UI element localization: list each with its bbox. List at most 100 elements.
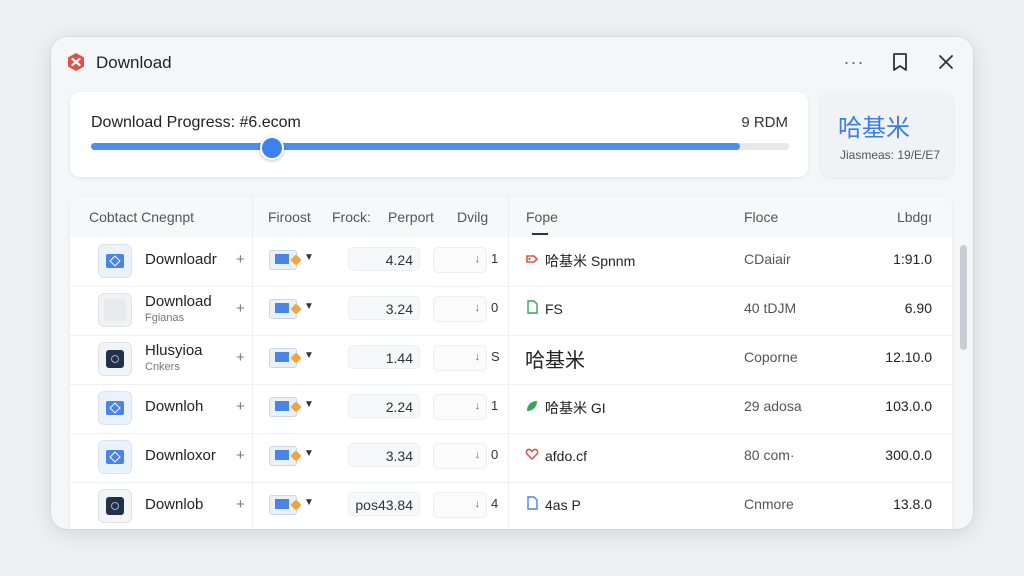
table-row[interactable]: Downlob + ▼ pos43.84 ↓ 4 4as P Cnmore 13.8.0 <box>70 482 952 529</box>
window-title: Download <box>96 53 172 72</box>
table-row[interactable]: Hlusyioa Cnkers + ▼ 1.44 ↓ S 哈基米 Coporne 12.10.0 <box>70 335 952 385</box>
progress-label: Download Progress: #6.ecom <box>91 114 301 131</box>
downloads-table: Cobtact Cnegnpt Firoost Frock: Perport D… <box>70 197 952 529</box>
row-lbdg: 13.8.0 <box>893 496 932 512</box>
file-type-icon <box>98 489 132 523</box>
side-card[interactable]: 哈基米 Jiasmeas: 19/E/E7 <box>821 92 953 177</box>
stepper[interactable]: ↓ <box>433 247 487 273</box>
scrollbar[interactable] <box>960 245 967 350</box>
row-name: Download <box>145 293 212 310</box>
chevron-down-icon[interactable]: ▼ <box>304 350 314 361</box>
value-field[interactable]: pos43.84 <box>348 492 420 516</box>
stepper-down-icon[interactable]: ↓ <box>475 302 481 314</box>
header-contact[interactable]: Cobtact Cnegnpt <box>89 209 194 225</box>
add-icon[interactable]: + <box>236 447 245 464</box>
chevron-down-icon[interactable]: ▼ <box>304 301 314 312</box>
chevron-down-icon[interactable]: ▼ <box>304 497 314 508</box>
row-fope: 哈基米 Spnnm <box>525 251 635 271</box>
stepper-down-icon[interactable]: ↓ <box>475 498 481 510</box>
add-icon[interactable]: + <box>236 398 245 415</box>
table-row[interactable]: Downloadr + ▼ 4.24 ↓ 1 哈基米 Spnnm CDaiair 1:91.0 <box>70 237 952 287</box>
row-digit: 0 <box>491 300 499 315</box>
row-subname: Fgianas <box>145 312 185 324</box>
row-fope-text: 4as P <box>545 497 581 513</box>
row-lbdg: 6.90 <box>904 300 932 316</box>
row-lbdg: 300.0.0 <box>885 447 932 463</box>
row-floce: Coporne <box>744 349 798 365</box>
row-digit: 1 <box>491 251 499 266</box>
format-icon[interactable] <box>269 348 302 368</box>
progress-slider-thumb[interactable] <box>260 136 285 160</box>
doc-icon <box>525 496 539 513</box>
download-window: Download ··· Download Progress: #6.ecom … <box>51 37 973 529</box>
row-fope: afdo.cf <box>525 447 587 464</box>
table-header: Cobtact Cnegnpt Firoost Frock: Perport D… <box>70 197 952 237</box>
value-field[interactable]: 4.24 <box>348 247 420 271</box>
table-row[interactable]: Download Fgianas + ▼ 3.24 ↓ 0 FS 40 tDJM 6.90 <box>70 286 952 336</box>
header-lbdg[interactable]: Lbdgı <box>897 209 932 225</box>
heart-icon <box>525 447 539 464</box>
add-icon[interactable]: + <box>236 300 245 317</box>
progress-value: 9 RDM <box>741 114 788 131</box>
header-fope[interactable]: Fope <box>526 209 558 225</box>
row-digit: 0 <box>491 447 499 462</box>
progress-track[interactable] <box>91 136 789 160</box>
app-logo-icon <box>68 53 84 71</box>
header-dvilg[interactable]: Dvilg <box>457 209 488 225</box>
file-type-icon <box>98 440 132 474</box>
row-fope-text: FS <box>545 301 563 317</box>
file-type-icon <box>98 244 132 278</box>
header-floce[interactable]: Floce <box>744 209 778 225</box>
stepper-down-icon[interactable]: ↓ <box>475 253 481 265</box>
row-name: Downloxor <box>145 447 216 464</box>
stepper-down-icon[interactable]: ↓ <box>475 351 481 363</box>
add-icon[interactable]: + <box>236 349 245 366</box>
row-fope-text: afdo.cf <box>545 448 588 464</box>
value-field[interactable]: 1.44 <box>348 345 420 369</box>
header-firoost[interactable]: Firoost <box>268 209 311 225</box>
chevron-down-icon[interactable]: ▼ <box>304 399 314 410</box>
header-frock[interactable]: Frock: <box>332 209 371 225</box>
side-card-subtitle: Jiasmeas: 19/E/E7 <box>840 148 941 162</box>
header-perport[interactable]: Perport <box>388 209 434 225</box>
stepper[interactable]: ↓ <box>433 394 487 420</box>
format-icon[interactable] <box>269 250 302 270</box>
format-icon[interactable] <box>269 495 302 515</box>
stepper[interactable]: ↓ <box>433 492 487 518</box>
bookmark-icon[interactable] <box>887 49 913 75</box>
stepper[interactable]: ↓ <box>433 345 487 371</box>
progress-card: Download Progress: #6.ecom 9 RDM <box>70 92 808 177</box>
row-floce: Cnmore <box>744 496 794 512</box>
title-bar: Download ··· <box>51 37 973 87</box>
stepper-down-icon[interactable]: ↓ <box>475 449 481 461</box>
add-icon[interactable]: + <box>236 251 245 268</box>
format-icon[interactable] <box>269 299 302 319</box>
stepper[interactable]: ↓ <box>433 296 487 322</box>
table-row[interactable]: Downloh + ▼ 2.24 ↓ 1 哈基米 GI 29 adosa 103.0.0 <box>70 384 952 434</box>
row-subname: Cnkers <box>145 361 180 373</box>
chevron-down-icon[interactable]: ▼ <box>304 252 314 263</box>
value-field[interactable]: 3.34 <box>348 443 420 467</box>
value-field[interactable]: 2.24 <box>348 394 420 418</box>
add-icon[interactable]: + <box>236 496 245 513</box>
table-row[interactable]: Downloxor + ▼ 3.34 ↓ 0 afdo.cf 80 com· 300.0.0 <box>70 433 952 483</box>
row-floce: CDaiair <box>744 251 791 267</box>
row-digit: 4 <box>491 496 499 511</box>
row-digit: S <box>491 349 500 364</box>
value-field[interactable]: 3.24 <box>348 296 420 320</box>
file-type-icon <box>98 293 132 327</box>
doc-plus-icon <box>525 300 539 317</box>
format-icon[interactable] <box>269 446 302 466</box>
sort-indicator <box>532 233 548 235</box>
stepper[interactable]: ↓ <box>433 443 487 469</box>
close-icon[interactable] <box>933 49 959 75</box>
row-fope: 4as P <box>525 496 581 513</box>
file-type-icon <box>98 342 132 376</box>
more-icon[interactable]: ··· <box>841 49 867 75</box>
row-fope: FS <box>525 300 563 317</box>
row-name: Downlob <box>145 496 204 513</box>
stepper-down-icon[interactable]: ↓ <box>475 400 481 412</box>
format-icon[interactable] <box>269 397 302 417</box>
chevron-down-icon[interactable]: ▼ <box>304 448 314 459</box>
progress-fill <box>91 143 741 150</box>
